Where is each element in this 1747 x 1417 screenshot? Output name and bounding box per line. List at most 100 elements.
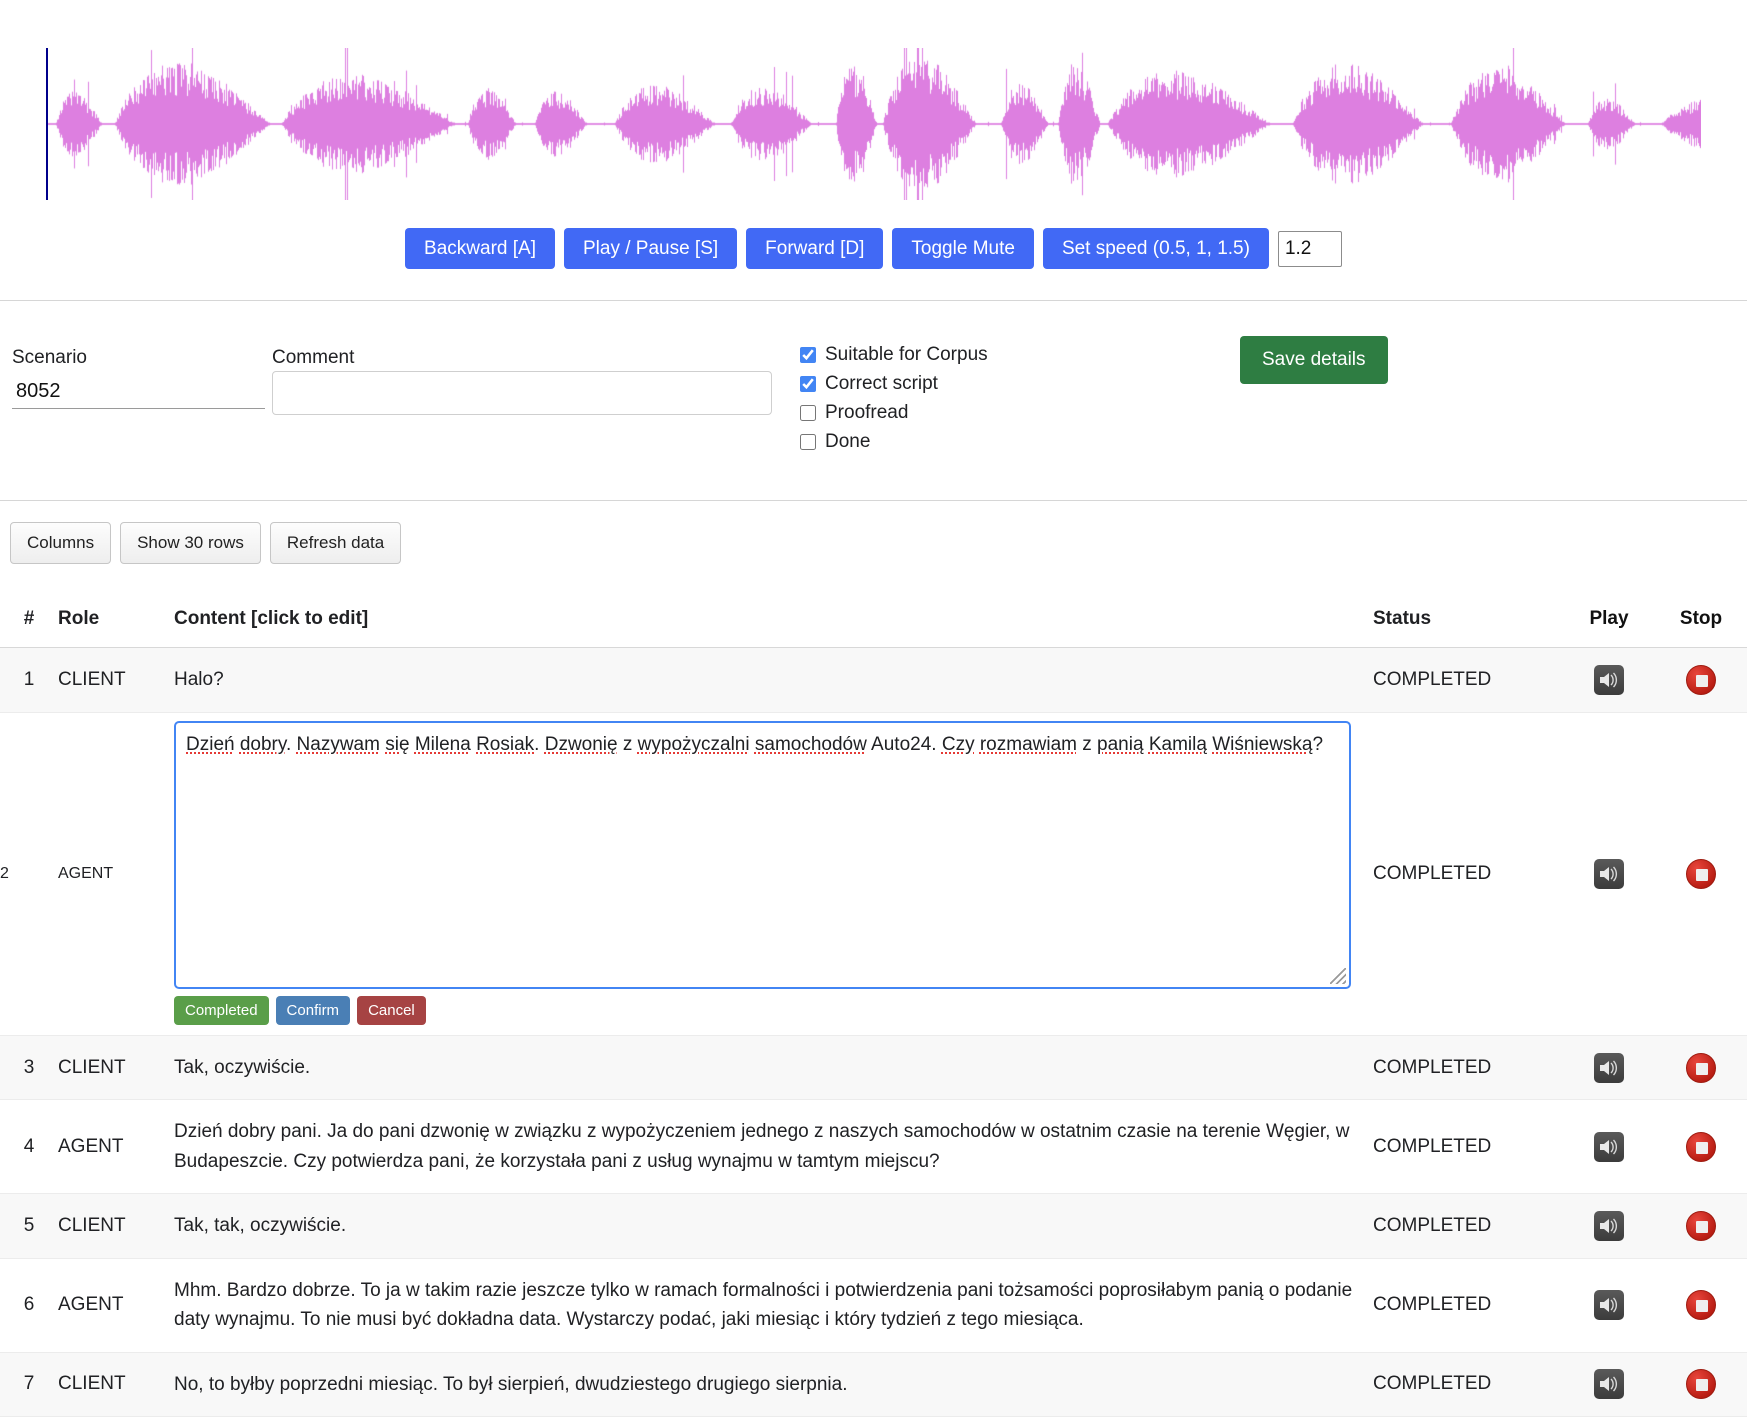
checkbox-suitable-for-corpus[interactable] xyxy=(800,347,816,363)
scenario-input[interactable] xyxy=(12,375,265,409)
columns-button[interactable]: Columns xyxy=(10,522,111,564)
flags-checkbox-group: Suitable for Corpus Correct script Proof… xyxy=(800,340,988,456)
stop-icon[interactable] xyxy=(1686,1290,1716,1320)
confirm-button[interactable]: Confirm xyxy=(276,996,351,1025)
speaker-icon[interactable] xyxy=(1594,1053,1624,1083)
content-textarea[interactable]: Dzień dobry. Nazywam się Milena Rosiak. … xyxy=(174,721,1351,989)
header-role: Role xyxy=(58,594,174,644)
refresh-data-button[interactable]: Refresh data xyxy=(270,522,401,564)
table-header-row: # Role Content [click to edit] Status Pl… xyxy=(0,590,1747,648)
checkbox-row-proofread[interactable]: Proofread xyxy=(800,398,988,427)
checkbox-proofread[interactable] xyxy=(800,405,816,421)
row-role: AGENT xyxy=(58,1277,174,1333)
row-status: COMPLETED xyxy=(1373,1356,1563,1412)
table-row[interactable]: 7 CLIENT No, to byłby poprzedni miesiąc.… xyxy=(0,1353,1747,1417)
stop-icon[interactable] xyxy=(1686,1369,1716,1399)
speaker-icon[interactable] xyxy=(1594,859,1624,889)
row-status: COMPLETED xyxy=(1373,1198,1563,1254)
row-content[interactable]: Tak, oczywiście. xyxy=(174,1036,1373,1099)
checkbox-label-done[interactable]: Done xyxy=(825,431,870,453)
stop-icon[interactable] xyxy=(1686,859,1716,889)
checkbox-done[interactable] xyxy=(800,434,816,450)
row-number: 3 xyxy=(0,1040,58,1096)
stop-icon[interactable] xyxy=(1686,1053,1716,1083)
row-content[interactable]: No, to byłby poprzedni miesiąc. To był s… xyxy=(174,1353,1373,1416)
row-stop-cell[interactable] xyxy=(1655,665,1747,695)
row-status: COMPLETED xyxy=(1373,1119,1563,1175)
backward-button[interactable]: Backward [A] xyxy=(405,228,555,269)
row-role: AGENT xyxy=(58,1119,174,1175)
toggle-mute-button[interactable]: Toggle Mute xyxy=(892,228,1034,269)
row-stop-cell[interactable] xyxy=(1655,1053,1747,1083)
checkbox-label-correct-script[interactable]: Correct script xyxy=(825,373,938,395)
checkbox-label-proofread[interactable]: Proofread xyxy=(825,402,908,424)
audio-player-section: Backward [A] Play / Pause [S] Forward [D… xyxy=(0,0,1747,300)
checkbox-label-suitable-for-corpus[interactable]: Suitable for Corpus xyxy=(825,344,988,366)
row-status: COMPLETED xyxy=(1373,1277,1563,1333)
editor-action-buttons: Completed Confirm Cancel xyxy=(174,996,1351,1025)
row-stop-cell[interactable] xyxy=(1655,1290,1747,1320)
audio-waveform[interactable] xyxy=(46,48,1701,200)
row-status: COMPLETED xyxy=(1373,1040,1563,1096)
stop-icon[interactable] xyxy=(1686,665,1716,695)
row-role: AGENT xyxy=(58,713,174,1035)
header-content: Content [click to edit] xyxy=(174,590,1373,647)
table-toolbar: Columns Show 30 rows Refresh data xyxy=(10,522,401,564)
scenario-label: Scenario xyxy=(12,347,87,369)
row-play-cell[interactable] xyxy=(1563,1053,1655,1083)
row-play-cell[interactable] xyxy=(1563,665,1655,695)
stop-icon[interactable] xyxy=(1686,1132,1716,1162)
playhead-cursor[interactable] xyxy=(46,48,48,200)
header-stop: Stop xyxy=(1655,594,1747,644)
table-row[interactable]: 4 AGENT Dzień dobry pani. Ja do pani dzw… xyxy=(0,1100,1747,1194)
row-play-cell[interactable] xyxy=(1563,1369,1655,1399)
row-content[interactable]: Mhm. Bardzo dobrze. To ja w takim razie … xyxy=(174,1259,1373,1352)
row-play-cell[interactable] xyxy=(1563,1211,1655,1241)
row-number: 1 xyxy=(0,652,58,708)
row-number: 4 xyxy=(0,1119,58,1175)
speaker-icon[interactable] xyxy=(1594,665,1624,695)
row-stop-cell[interactable] xyxy=(1655,1132,1747,1162)
checkbox-correct-script[interactable] xyxy=(800,376,816,392)
save-details-button[interactable]: Save details xyxy=(1240,336,1388,384)
row-stop-cell[interactable] xyxy=(1655,713,1747,1035)
row-stop-cell[interactable] xyxy=(1655,1369,1747,1399)
row-role: CLIENT xyxy=(58,1356,174,1412)
row-content[interactable]: Dzień dobry pani. Ja do pani dzwonię w z… xyxy=(174,1100,1373,1193)
checkbox-row-suitable-for-corpus[interactable]: Suitable for Corpus xyxy=(800,340,988,369)
textarea-resize-handle[interactable] xyxy=(1330,968,1346,984)
row-play-cell[interactable] xyxy=(1563,1290,1655,1320)
comment-input[interactable] xyxy=(272,371,772,415)
forward-button[interactable]: Forward [D] xyxy=(746,228,883,269)
checkbox-row-correct-script[interactable]: Correct script xyxy=(800,369,988,398)
stop-icon[interactable] xyxy=(1686,1211,1716,1241)
speed-input[interactable] xyxy=(1278,231,1342,267)
play-pause-button[interactable]: Play / Pause [S] xyxy=(564,228,737,269)
row-content[interactable]: Halo? xyxy=(174,648,1373,711)
set-speed-button[interactable]: Set speed (0.5, 1, 1.5) xyxy=(1043,228,1269,269)
row-play-cell[interactable] xyxy=(1563,1132,1655,1162)
row-play-cell[interactable] xyxy=(1563,713,1655,1035)
header-num: # xyxy=(0,594,58,644)
row-number: 6 xyxy=(0,1277,58,1333)
transcript-table: # Role Content [click to edit] Status Pl… xyxy=(0,590,1747,1417)
cancel-button[interactable]: Cancel xyxy=(357,996,426,1025)
row-content[interactable]: Tak, tak, oczywiście. xyxy=(174,1194,1373,1257)
header-status: Status xyxy=(1373,594,1563,644)
row-status: COMPLETED xyxy=(1373,713,1563,1035)
speaker-icon[interactable] xyxy=(1594,1290,1624,1320)
table-row[interactable]: 3 CLIENT Tak, oczywiście. COMPLETED xyxy=(0,1036,1747,1100)
table-row[interactable]: 1 CLIENT Halo? COMPLETED xyxy=(0,648,1747,712)
table-row-editing[interactable]: 2 AGENT Dzień dobry. Nazywam się Milena … xyxy=(0,713,1747,1036)
row-role: CLIENT xyxy=(58,1198,174,1254)
completed-button[interactable]: Completed xyxy=(174,996,269,1025)
divider-middle xyxy=(0,500,1747,501)
table-row[interactable]: 6 AGENT Mhm. Bardzo dobrze. To ja w taki… xyxy=(0,1259,1747,1353)
table-row[interactable]: 5 CLIENT Tak, tak, oczywiście. COMPLETED xyxy=(0,1194,1747,1258)
speaker-icon[interactable] xyxy=(1594,1132,1624,1162)
speaker-icon[interactable] xyxy=(1594,1369,1624,1399)
show-rows-button[interactable]: Show 30 rows xyxy=(120,522,261,564)
speaker-icon[interactable] xyxy=(1594,1211,1624,1241)
checkbox-row-done[interactable]: Done xyxy=(800,427,988,456)
row-stop-cell[interactable] xyxy=(1655,1211,1747,1241)
